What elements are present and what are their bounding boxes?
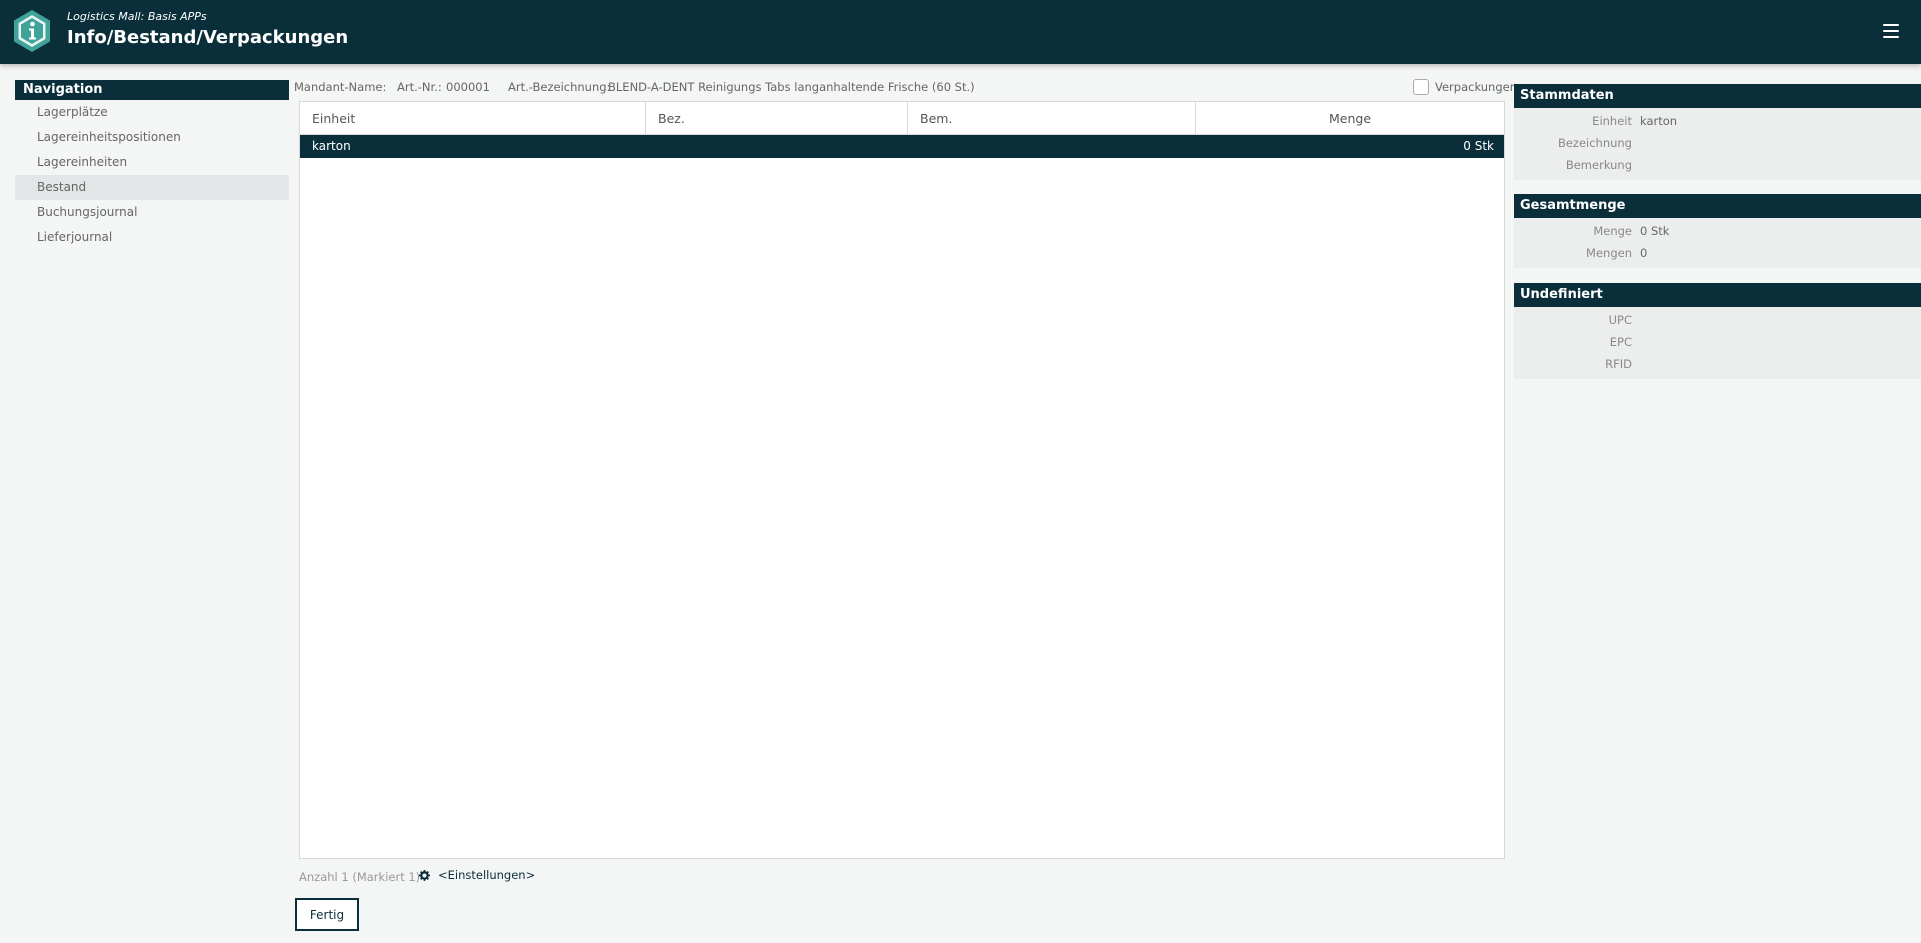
packaging-toggle[interactable]: Verpackungen: [1413, 78, 1517, 96]
field-value-menge: 0 Stk: [1640, 224, 1670, 238]
field-label-bezeichnung: Bezeichnung: [1557, 136, 1632, 150]
nav-item-lagereinheitspositionen[interactable]: Lagereinheitspositionen: [15, 125, 289, 150]
app-header: Logistics Mall: Basis APPs Info/Bestand/…: [0, 0, 1921, 64]
cell-bem: [908, 135, 1196, 158]
done-button[interactable]: Fertig: [295, 898, 359, 931]
artbez-value: BLEND-A-DENT Reinigungs Tabs langanhalte…: [608, 80, 975, 94]
navigation-panel: Navigation Lagerplätze Lagereinheitsposi…: [15, 80, 289, 250]
undefiniert-title: Undefiniert: [1514, 283, 1921, 307]
cell-bez: [646, 135, 908, 158]
cell-menge: 0 Stk: [1463, 139, 1494, 153]
cell-einheit: karton: [312, 139, 351, 153]
packaging-table: Einheit Bez. Bem. Menge karton 0 Stk: [299, 101, 1505, 859]
article-info-bar: Mandant-Name: Art.-Nr.: 000001 Art.-Beze…: [294, 80, 1508, 94]
artnr-value: 000001: [446, 80, 490, 94]
stammdaten-panel: Stammdaten Einheit karton Bezeichnung Bem…: [1514, 84, 1921, 180]
stammdaten-title: Stammdaten: [1514, 84, 1921, 108]
hamburger-menu-icon[interactable]: [1883, 24, 1899, 38]
nav-item-lagerplaetze[interactable]: Lagerplätze: [15, 100, 289, 125]
gear-icon: [419, 869, 430, 881]
gesamtmenge-panel: Gesamtmenge Menge 0 Stk Mengen 0: [1514, 194, 1921, 268]
settings-link[interactable]: <Einstellungen>: [419, 868, 535, 882]
packaging-checkbox-label: Verpackungen: [1435, 80, 1517, 94]
info-logo-icon: [14, 10, 50, 52]
nav-item-lieferjournal[interactable]: Lieferjournal: [15, 225, 289, 250]
field-label-mengen: Mengen: [1586, 246, 1632, 260]
navigation-title: Navigation: [15, 80, 289, 100]
field-label-rfid: RFID: [1605, 357, 1632, 371]
mandant-label: Mandant-Name:: [294, 80, 387, 94]
column-header-einheit[interactable]: Einheit: [300, 102, 646, 135]
field-label-bemerkung: Bemerkung: [1565, 158, 1632, 172]
column-header-bez[interactable]: Bez.: [646, 102, 908, 135]
field-value-mengen: 0: [1640, 246, 1648, 260]
column-header-menge[interactable]: Menge: [1196, 102, 1504, 135]
field-value-einheit: karton: [1640, 114, 1678, 128]
settings-label: <Einstellungen>: [438, 868, 536, 882]
undefiniert-panel: Undefiniert UPC EPC RFID: [1514, 283, 1921, 379]
field-label-epc: EPC: [1609, 335, 1632, 349]
app-subtitle: Logistics Mall: Basis APPs: [67, 10, 207, 23]
field-label-upc: UPC: [1608, 313, 1632, 327]
nav-item-bestand[interactable]: Bestand: [15, 175, 289, 200]
page-title: Info/Bestand/Verpackungen: [67, 27, 349, 48]
artbez-label: Art.-Bezeichnung:: [508, 80, 611, 94]
field-label-menge: Menge: [1593, 224, 1632, 238]
packaging-checkbox[interactable]: [1413, 79, 1429, 95]
nav-item-lagereinheiten[interactable]: Lagereinheiten: [15, 150, 289, 175]
nav-item-buchungsjournal[interactable]: Buchungsjournal: [15, 200, 289, 225]
column-header-bem[interactable]: Bem.: [908, 102, 1196, 135]
table-header: Einheit Bez. Bem. Menge: [300, 102, 1504, 135]
gesamtmenge-title: Gesamtmenge: [1514, 194, 1921, 218]
artnr-label: Art.-Nr.:: [397, 80, 442, 94]
field-label-einheit: Einheit: [1592, 114, 1632, 128]
table-row[interactable]: karton 0 Stk: [300, 135, 1504, 158]
row-count: Anzahl 1 (Markiert 1): [299, 870, 421, 884]
